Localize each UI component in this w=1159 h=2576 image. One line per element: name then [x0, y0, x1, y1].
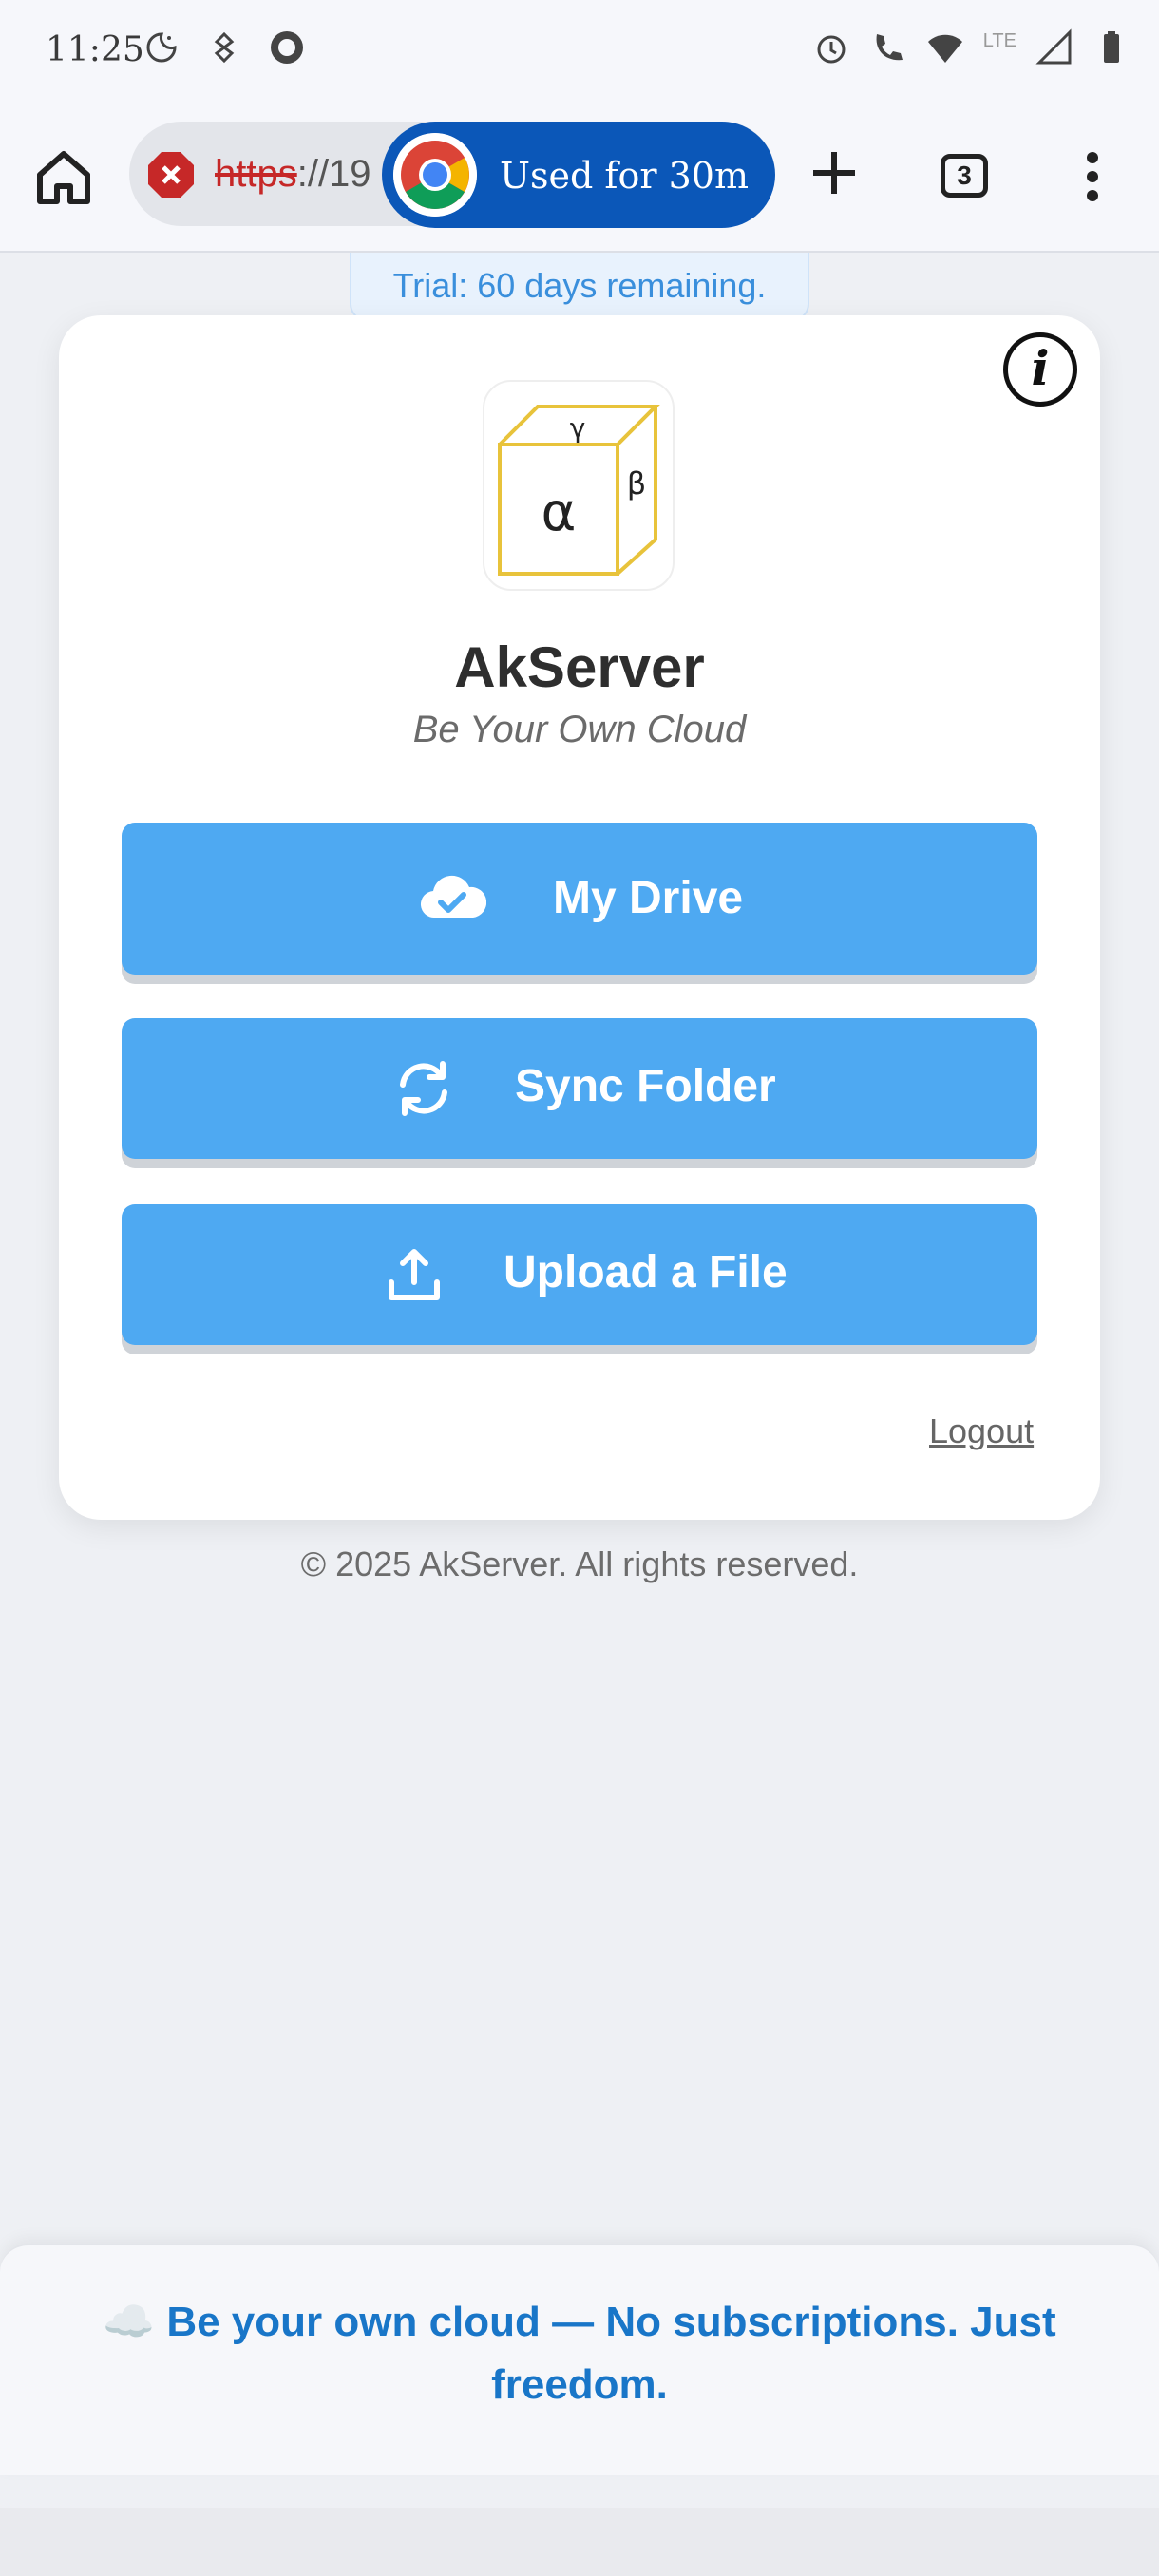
- app-tagline: Be Your Own Cloud: [412, 709, 747, 750]
- upload-file-button[interactable]: Upload a File: [122, 1204, 1037, 1345]
- wifi-icon: [927, 34, 962, 63]
- usage-chip[interactable]: Used for 30m: [382, 122, 775, 228]
- status-time: 11:25: [46, 30, 144, 69]
- tab-switcher-button[interactable]: 3: [940, 154, 988, 198]
- status-bar: 11:25 LTE: [0, 0, 1159, 101]
- more-menu-icon[interactable]: [1083, 150, 1102, 203]
- logo-gamma: γ: [570, 412, 586, 444]
- lte-label: LTE: [982, 29, 1016, 51]
- my-drive-button[interactable]: My Drive: [122, 823, 1037, 975]
- status-left-icons: [142, 28, 306, 66]
- bottom-nav-bar: [0, 2508, 1159, 2576]
- url-scheme: https: [215, 153, 297, 195]
- trial-banner: Trial: 60 days remaining.: [350, 253, 809, 321]
- home-icon[interactable]: [32, 146, 95, 209]
- ghost-app-icon: [271, 31, 303, 64]
- status-right-icons: LTE: [812, 28, 1130, 66]
- alarm-icon: [817, 35, 846, 64]
- logo-alpha: α: [542, 482, 577, 543]
- usage-chip-label: Used for 30m: [500, 155, 749, 197]
- info-button[interactable]: i: [1003, 332, 1077, 407]
- url-text[interactable]: https://19: [215, 153, 371, 196]
- moon-clock-icon: [146, 32, 177, 63]
- sync-folder-button[interactable]: Sync Folder: [122, 1018, 1037, 1159]
- battery-icon: [1104, 31, 1119, 63]
- upload-icon: [389, 1249, 440, 1300]
- upload-file-label: Upload a File: [504, 1247, 788, 1297]
- logo-beta: β: [627, 465, 646, 502]
- logout-link[interactable]: Logout: [929, 1411, 1034, 1451]
- app-title: AkServer: [454, 635, 705, 699]
- promo-text: ☁️ Be your own cloud — No subscriptions.…: [103, 2299, 1056, 2408]
- chrome-icon: [393, 133, 477, 217]
- sync-icon: [400, 1061, 447, 1116]
- cube-logo-icon: α β γ: [498, 405, 660, 576]
- wifi-call-icon: [876, 34, 902, 61]
- my-drive-label: My Drive: [553, 873, 744, 923]
- footer-copyright: © 2025 AkServer. All rights reserved.: [300, 1544, 859, 1583]
- not-secure-icon[interactable]: [146, 150, 196, 199]
- sync-app-icon: [214, 31, 235, 64]
- sync-folder-label: Sync Folder: [515, 1061, 776, 1111]
- new-tab-icon[interactable]: [806, 144, 863, 201]
- url-rest: ://19: [296, 153, 371, 195]
- cloud-check-icon: [420, 875, 486, 919]
- app-logo: α β γ: [483, 380, 674, 591]
- signal-icon: [1036, 28, 1072, 65]
